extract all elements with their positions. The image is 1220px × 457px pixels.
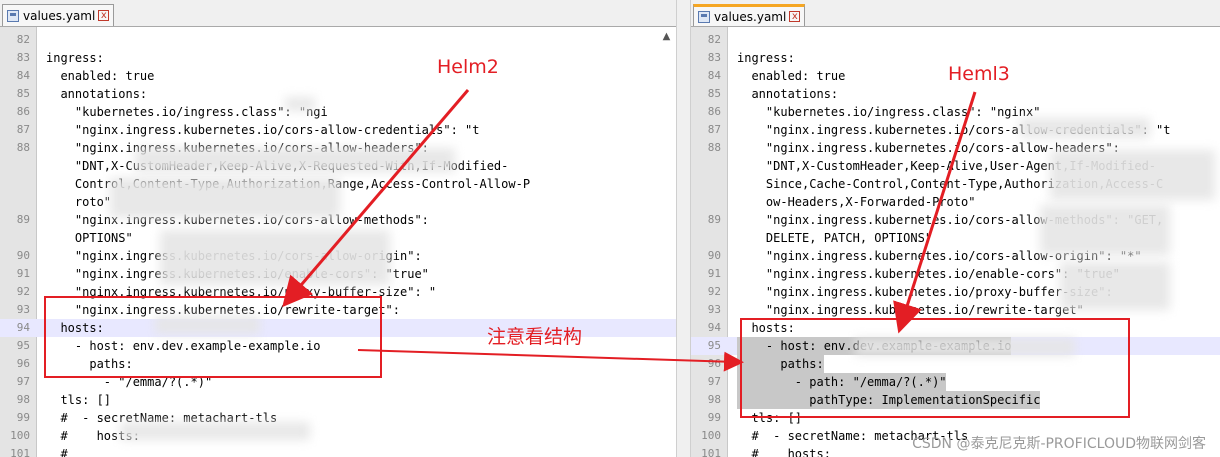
line-number: 89 (707, 213, 721, 226)
line-code: OPTIONS" (46, 231, 133, 245)
helm2-structure-box (44, 296, 382, 378)
split-divider[interactable] (677, 0, 690, 457)
line-number: 93 (16, 303, 30, 316)
line-code: annotations: (46, 87, 148, 101)
code-line[interactable]: 100 # hosts: (0, 427, 676, 445)
line-number: 96 (707, 357, 721, 370)
line-number: 95 (707, 339, 721, 352)
line-code: ingress: (46, 51, 104, 65)
code-line[interactable]: 83 ingress: (0, 49, 676, 67)
line-number: 85 (16, 87, 30, 100)
line-number: 89 (16, 213, 30, 226)
blur-patch (160, 230, 390, 285)
line-number: 101 (10, 447, 30, 457)
line-number: 84 (16, 69, 30, 82)
code-line[interactable]: 85 annotations: (691, 85, 1220, 103)
line-number: 93 (707, 303, 721, 316)
line-number: 92 (16, 285, 30, 298)
code-line[interactable]: 98 tls: [] (0, 391, 676, 409)
line-number: 95 (16, 339, 30, 352)
line-code: # hosts: (737, 447, 831, 457)
line-code: ow-Headers,X-Forwarded-Proto" (737, 195, 976, 209)
line-number: 94 (707, 321, 721, 334)
helm3-structure-box (740, 318, 1130, 418)
line-number: 92 (707, 285, 721, 298)
code-line[interactable]: 87 "nginx.ingress.kubernetes.io/cors-all… (0, 121, 676, 139)
line-number: 86 (16, 105, 30, 118)
line-code: # (46, 447, 68, 457)
line-number: 83 (16, 51, 30, 64)
helm2-label: Helm2 (437, 56, 499, 78)
line-number: 98 (707, 393, 721, 406)
line-number: 87 (707, 123, 721, 136)
left-tab-label: values.yaml (23, 8, 96, 23)
left-tab-bar: values.yaml x (0, 0, 676, 27)
line-number: 100 (701, 429, 721, 442)
line-code: "nginx.ingress.kubernetes.io/cors-allow-… (46, 123, 480, 137)
code-line[interactable]: 84 enabled: true (0, 67, 676, 85)
code-line[interactable]: 101 # (0, 445, 676, 457)
blur-patch (285, 97, 315, 111)
blur-patch (120, 422, 310, 440)
line-code: roto" (46, 195, 112, 209)
line-number: 98 (16, 393, 30, 406)
code-line[interactable]: 82 (691, 31, 1220, 49)
line-number: 99 (16, 411, 30, 424)
line-number: 82 (707, 33, 721, 46)
line-number: 97 (707, 375, 721, 388)
left-file-tab[interactable]: values.yaml x (2, 4, 115, 26)
line-code: ingress: (737, 51, 795, 65)
code-line[interactable]: 86 "kubernetes.io/ingress.class": "ngi (0, 103, 676, 121)
line-number: 100 (10, 429, 30, 442)
structure-note: 注意看结构 (487, 326, 583, 348)
left-editor-pane: values.yaml x ▲ 82 83 ingress: 84 enabled: … (0, 0, 677, 457)
line-code: "nginx.ingress.kubernetes.io/rewrite-tar… (737, 303, 1084, 317)
line-number: 82 (16, 33, 30, 46)
helm3-label: Heml3 (948, 63, 1010, 85)
line-number: 88 (707, 141, 721, 154)
blur-patch (110, 178, 340, 218)
close-tab-icon[interactable]: x (789, 11, 801, 22)
blur-patch (1040, 205, 1170, 255)
code-line[interactable]: 82 (0, 31, 676, 49)
close-tab-icon[interactable]: x (98, 10, 110, 21)
line-code: DELETE, PATCH, OPTIONS" (737, 231, 933, 245)
line-number: 87 (16, 123, 30, 136)
line-number: 96 (16, 357, 30, 370)
line-number: 90 (16, 249, 30, 262)
line-code: enabled: true (737, 69, 846, 83)
code-line[interactable]: 99 # - secretName: metachart-tls (0, 409, 676, 427)
code-line[interactable]: 85 annotations: (0, 85, 676, 103)
line-code: tls: [] (46, 393, 112, 407)
line-number: 99 (707, 411, 721, 424)
blur-patch (1050, 150, 1215, 200)
right-file-tab[interactable]: values.yaml x (693, 4, 806, 26)
save-file-icon (7, 9, 19, 22)
line-number: 91 (707, 267, 721, 280)
line-code: enabled: true (46, 69, 155, 83)
right-tab-label: values.yaml (714, 9, 787, 24)
blur-patch (1020, 118, 1150, 138)
line-number: 101 (701, 447, 721, 457)
watermark: CSDN @泰克尼克斯-PROFICLOUD物联网剑客 (912, 436, 1206, 452)
line-number: 83 (707, 51, 721, 64)
right-tab-bar: values.yaml x (691, 0, 1220, 27)
line-number: 85 (707, 87, 721, 100)
save-file-icon (698, 10, 710, 23)
line-number: 86 (707, 105, 721, 118)
line-number: 84 (707, 69, 721, 82)
line-number: 94 (16, 321, 30, 334)
line-code: "kubernetes.io/ingress.class": "nginx" (737, 105, 1041, 119)
line-number: 88 (16, 141, 30, 154)
blur-patch (135, 148, 455, 172)
blur-patch (1060, 262, 1170, 310)
line-code: annotations: (737, 87, 839, 101)
line-number: 97 (16, 375, 30, 388)
line-number: 90 (707, 249, 721, 262)
line-code: "nginx.ingress.kubernetes.io/proxy-buffe… (737, 285, 1113, 299)
line-number: 91 (16, 267, 30, 280)
